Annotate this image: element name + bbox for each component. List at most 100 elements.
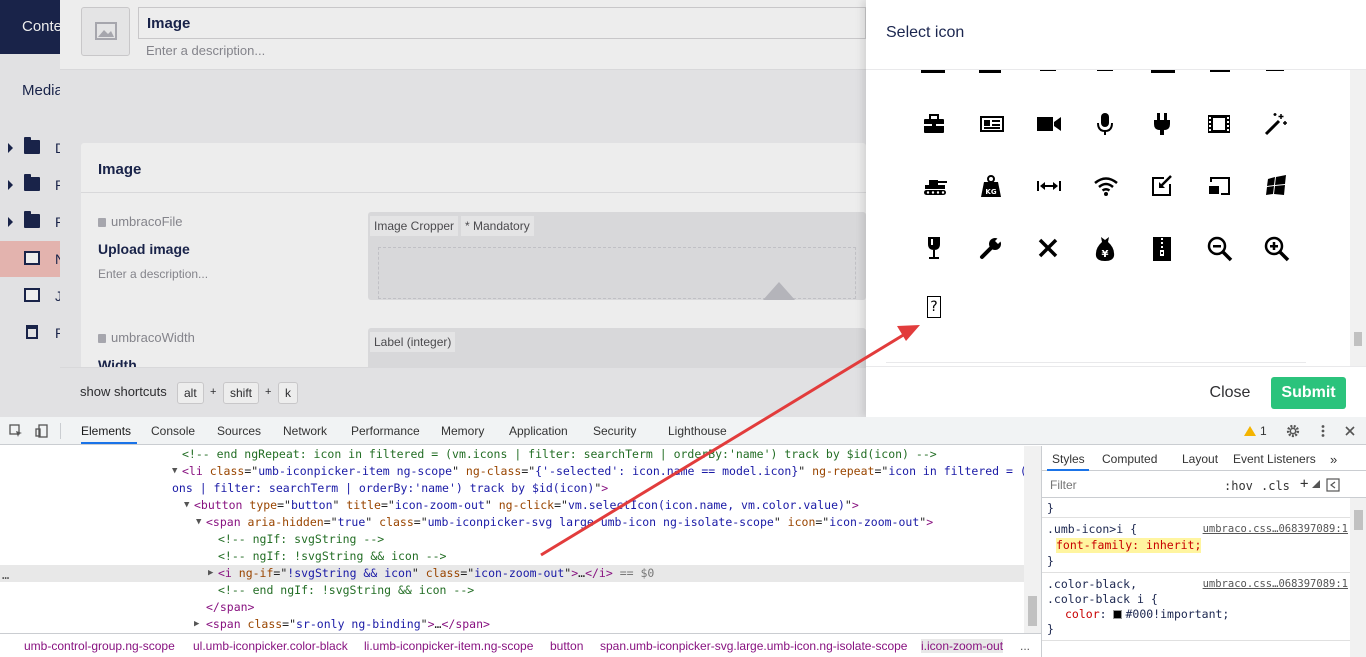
weight-kg-icon[interactable]: KG	[971, 166, 1011, 206]
ellipsis-icon[interactable]: …	[2, 568, 22, 582]
dom-line[interactable]: <!-- end ngIf: !svgString && icon -->	[0, 582, 1024, 599]
css-declaration[interactable]: color: #000!important;	[1065, 607, 1229, 622]
dom-line[interactable]: <!-- end ngRepeat: icon in filtered = (v…	[0, 446, 1024, 463]
rule-selector[interactable]: .umb-icon>i {	[1047, 522, 1137, 537]
stylesheet-link[interactable]: umbraco.css…068397089:1	[1203, 578, 1348, 590]
dom-line[interactable]: <!-- ngIf: svgString -->	[0, 531, 1024, 548]
tab-event-listeners[interactable]: Event Listeners	[1233, 452, 1316, 466]
dom-line[interactable]: </span>	[0, 599, 1024, 616]
dom-scrollbar[interactable]	[1024, 446, 1041, 633]
dialog-scrollbar[interactable]	[1350, 70, 1366, 366]
modal-backdrop[interactable]	[0, 0, 866, 417]
dom-token: "	[420, 617, 428, 631]
dom-line-selected[interactable]: ▶ <i ng-if="!svgString && icon" class="ic…	[0, 565, 1024, 582]
microphone-icon[interactable]	[1085, 104, 1125, 144]
device-toolbar-icon[interactable]	[35, 424, 49, 438]
hov-toggle[interactable]: :hov	[1224, 479, 1253, 493]
dom-token: ="	[323, 515, 338, 529]
scrollbar-thumb[interactable]	[1354, 332, 1362, 346]
wrench-icon[interactable]	[971, 228, 1011, 268]
tab-lighthouse[interactable]: Lighthouse	[668, 424, 727, 438]
window-download-icon[interactable]	[1142, 166, 1182, 206]
chevron-double-right-icon[interactable]: »	[1330, 452, 1337, 467]
dom-token: >	[427, 617, 435, 631]
tab-styles[interactable]: Styles	[1052, 452, 1085, 466]
styles-filter-input[interactable]	[1047, 476, 1212, 494]
plus-icon[interactable]: +	[1300, 476, 1308, 492]
wrong-x-icon[interactable]	[1028, 228, 1068, 268]
dom-line[interactable]: ▼ <span aria-hidden="true" class="umb-ico…	[0, 514, 1024, 531]
divider	[886, 362, 1306, 363]
tab-performance[interactable]: Performance	[351, 424, 420, 438]
close-button[interactable]: Close	[1198, 377, 1262, 409]
dom-token: icon-zoom-out	[474, 566, 565, 580]
warning-count-badge[interactable]: 1	[1244, 424, 1267, 438]
dom-line[interactable]: <!-- ngIf: !svgString && icon -->	[0, 548, 1024, 565]
dom-line[interactable]: ▼ <button type="button" title="icon-zoom-…	[0, 497, 1024, 514]
tab-elements[interactable]: Elements	[81, 424, 131, 438]
dom-token: umb-iconpicker-svg large umb-icon ng-iso…	[427, 515, 774, 529]
dom-token: ="	[460, 566, 475, 580]
dom-token: ="	[244, 464, 259, 478]
width-arrows-icon[interactable]	[1028, 166, 1068, 206]
tab-computed[interactable]: Computed	[1102, 452, 1157, 466]
dom-line[interactable]: ons | filter: searchTerm | orderBy:'name…	[0, 480, 1024, 497]
close-icon[interactable]	[1343, 424, 1357, 438]
breadcrumb-item[interactable]: button	[550, 639, 583, 653]
id-card-icon[interactable]	[971, 104, 1011, 144]
dom-token: </i>	[585, 566, 613, 580]
gear-icon[interactable]	[1286, 424, 1300, 438]
tab-console[interactable]: Console	[151, 424, 195, 438]
dom-token: aria-hidden	[247, 515, 324, 529]
submit-button[interactable]: Submit	[1271, 377, 1346, 409]
breadcrumb-item-current[interactable]: i.icon-zoom-out	[921, 639, 1004, 653]
dom-line[interactable]: ▶ <span class="sr-only ng-binding">…</spa…	[0, 616, 1024, 633]
missing-glyph-icon[interactable]: ?	[914, 288, 954, 328]
inspect-element-icon[interactable]	[9, 424, 23, 438]
breadcrumb-item[interactable]: span.umb-iconpicker-svg.large.umb-icon.n…	[600, 639, 907, 653]
wifi-icon[interactable]	[1085, 166, 1125, 206]
magic-wand-icon[interactable]	[1256, 104, 1296, 144]
tab-sources[interactable]: Sources	[217, 424, 261, 438]
tab-security[interactable]: Security	[593, 424, 636, 438]
dom-token: ons | filter: searchTerm | orderBy:'name…	[172, 481, 595, 495]
more-options-icon[interactable]	[1316, 424, 1330, 438]
css-declaration[interactable]: font-family: inherit;	[1056, 538, 1202, 553]
windows-logo-icon[interactable]	[1256, 166, 1296, 206]
cls-toggle[interactable]: .cls	[1261, 479, 1290, 493]
breadcrumb-item[interactable]: li.umb-iconpicker-item.ng-scope	[364, 639, 533, 653]
scrollbar-thumb[interactable]	[1028, 596, 1037, 626]
sidebar-toggle-icon[interactable]	[1326, 478, 1340, 492]
divider	[1042, 572, 1366, 573]
color-swatch[interactable]	[1113, 610, 1123, 619]
film-icon[interactable]	[1199, 104, 1239, 144]
dom-line[interactable]: ▼ <li class="umb-iconpicker-item ng-scope…	[0, 463, 1024, 480]
stylesheet-link[interactable]: umbraco.css…068397089:1	[1203, 523, 1348, 535]
rule-selector[interactable]: .color-black i {	[1047, 592, 1158, 607]
tab-layout[interactable]: Layout	[1182, 452, 1218, 466]
dom-token: ="	[273, 566, 288, 580]
tank-icon[interactable]	[914, 166, 954, 206]
icon-partial	[1097, 70, 1113, 71]
wine-glass-icon[interactable]	[914, 228, 954, 268]
tab-network[interactable]: Network	[283, 424, 327, 438]
scrollbar-thumb[interactable]	[1354, 510, 1363, 530]
tab-memory[interactable]: Memory	[441, 424, 484, 438]
zip-file-icon[interactable]	[1142, 228, 1182, 268]
plug-icon[interactable]	[1142, 104, 1182, 144]
yen-bag-icon[interactable]: ¥	[1085, 228, 1125, 268]
rule-selector[interactable]: .color-black,	[1047, 577, 1137, 592]
zoom-in-icon[interactable]	[1256, 228, 1296, 268]
tab-application[interactable]: Application	[509, 424, 568, 438]
toolbox-icon[interactable]	[914, 104, 954, 144]
breadcrumb-item[interactable]: ul.umb-iconpicker.color-black	[193, 639, 348, 653]
dom-token: sr-only ng-binding	[296, 617, 421, 631]
cast-icon[interactable]	[1199, 166, 1239, 206]
zoom-out-icon[interactable]	[1199, 228, 1239, 268]
breadcrumb-more[interactable]: ...	[1020, 639, 1030, 653]
elements-dom-tree[interactable]: <!-- end ngRepeat: icon in filtered = (v…	[0, 446, 1024, 633]
styles-scrollbar[interactable]	[1350, 498, 1366, 657]
breadcrumb-item[interactable]: umb-control-group.ng-scope	[24, 639, 175, 653]
video-camera-icon[interactable]	[1028, 104, 1068, 144]
icon-picker-dialog: Select icon KG ¥ ? Close Submit	[866, 0, 1366, 417]
